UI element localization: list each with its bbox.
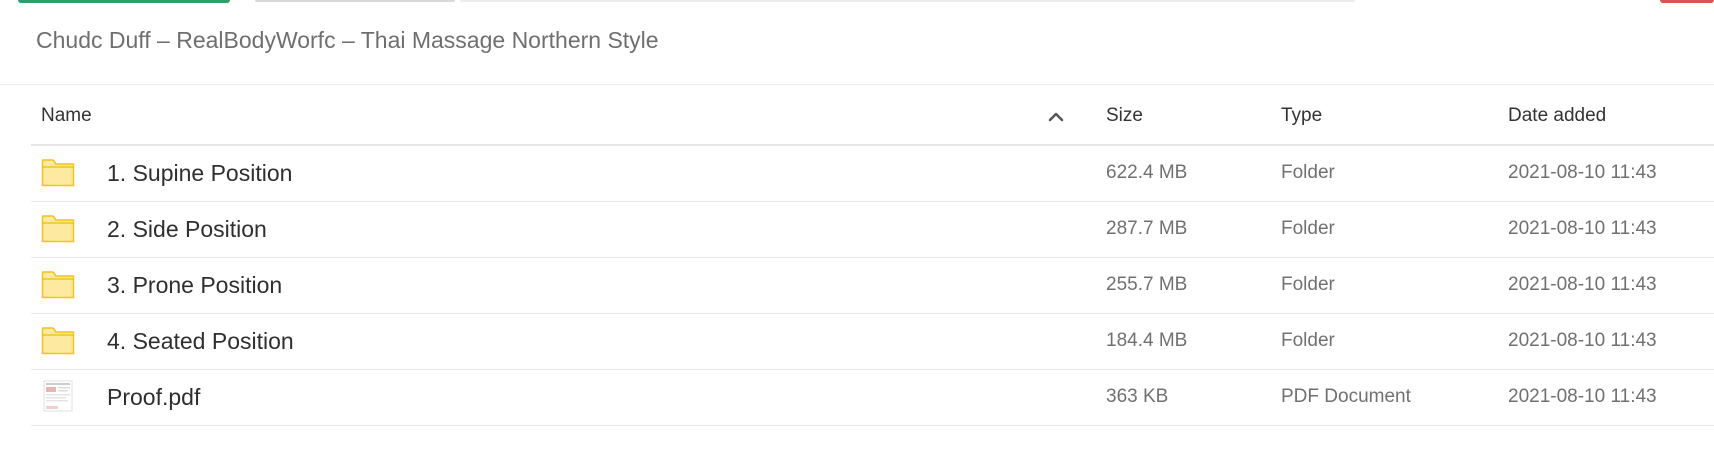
file-date-added: 2021-08-10 11:43: [1508, 218, 1657, 239]
file-name[interactable]: Proof.pdf: [107, 384, 200, 411]
top-tab-indicator-red: [1660, 0, 1714, 3]
file-size: 287.7 MB: [1106, 218, 1188, 239]
pdf-thumbnail-icon: [43, 380, 73, 412]
column-header-name[interactable]: Name: [41, 105, 92, 127]
file-size: 622.4 MB: [1106, 162, 1188, 183]
top-tab-indicator-green: [18, 0, 230, 3]
table-row[interactable]: 3. Prone Position 255.7 MB Folder 2021-0…: [31, 258, 1714, 314]
folder-icon: [41, 215, 75, 243]
column-header-size[interactable]: Size: [1106, 105, 1143, 127]
file-type: Folder: [1281, 162, 1335, 183]
folder-icon: [41, 159, 75, 187]
file-name[interactable]: 4. Seated Position: [107, 328, 294, 355]
top-tab-indicator: [255, 0, 455, 2]
file-type: Folder: [1281, 274, 1335, 295]
file-size: 255.7 MB: [1106, 274, 1188, 295]
table-row[interactable]: 2. Side Position 287.7 MB Folder 2021-08…: [31, 202, 1714, 258]
file-date-added: 2021-08-10 11:43: [1508, 162, 1657, 183]
file-date-added: 2021-08-10 11:43: [1508, 274, 1657, 295]
file-name[interactable]: 2. Side Position: [107, 216, 267, 243]
chevron-up-icon[interactable]: [1047, 108, 1065, 126]
top-tab-indicator: [460, 0, 1355, 2]
file-type: Folder: [1281, 330, 1335, 351]
table-header: Name Size Type Date added: [31, 88, 1714, 146]
folder-icon: [41, 327, 75, 355]
folder-icon: [41, 271, 75, 299]
file-size: 363 KB: [1106, 386, 1169, 407]
page-title: Chudc Duff – RealBodyWorfc – Thai Massag…: [36, 27, 659, 53]
file-date-added: 2021-08-10 11:43: [1508, 386, 1657, 407]
file-type: PDF Document: [1281, 386, 1411, 407]
file-size: 184.4 MB: [1106, 330, 1188, 351]
column-header-date-added[interactable]: Date added: [1508, 105, 1606, 127]
table-row[interactable]: Proof.pdf 363 KB PDF Document 2021-08-10…: [31, 370, 1714, 426]
file-name[interactable]: 1. Supine Position: [107, 160, 292, 187]
file-name[interactable]: 3. Prone Position: [107, 272, 282, 299]
title-divider: [0, 84, 1714, 85]
file-table: Name Size Type Date added 1. Supine Posi…: [31, 88, 1714, 426]
column-header-type[interactable]: Type: [1281, 105, 1322, 127]
file-date-added: 2021-08-10 11:43: [1508, 330, 1657, 351]
table-row[interactable]: 1. Supine Position 622.4 MB Folder 2021-…: [31, 146, 1714, 202]
file-type: Folder: [1281, 218, 1335, 239]
table-row[interactable]: 4. Seated Position 184.4 MB Folder 2021-…: [31, 314, 1714, 370]
